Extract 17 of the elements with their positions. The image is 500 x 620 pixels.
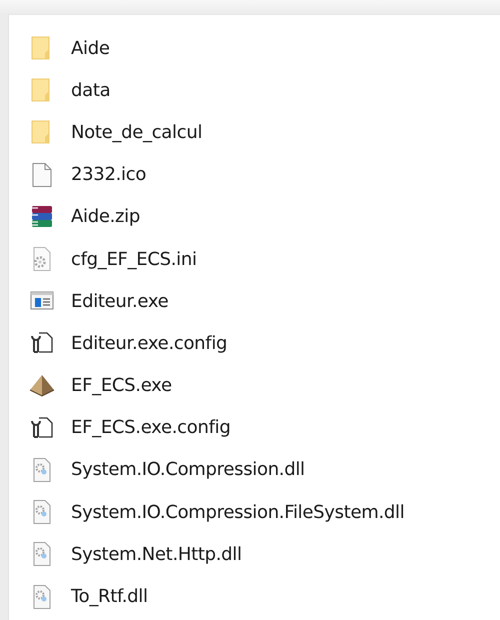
config-file-icon — [29, 414, 55, 441]
file-name[interactable]: Aide.zip — [71, 206, 140, 228]
books-icon — [29, 204, 55, 230]
file-name[interactable]: System.IO.Compression.dll — [71, 459, 305, 480]
file-name[interactable]: Note_de_calcul — [71, 122, 202, 143]
file-name[interactable]: Aide — [71, 38, 110, 59]
file-name[interactable]: System.Net.Http.dll — [71, 544, 242, 565]
file-name[interactable]: System.IO.Compression.FileSystem.dll — [71, 502, 404, 523]
file-name[interactable]: To_Rtf.dll — [71, 586, 148, 608]
file-name[interactable]: data — [71, 80, 110, 101]
file-name[interactable]: EF_ECS.exe — [71, 375, 172, 396]
pyramid-icon — [29, 372, 55, 399]
file-name[interactable]: Editeur.exe — [71, 290, 168, 312]
file-name[interactable]: EF_ECS.exe.config — [71, 417, 230, 438]
file-name[interactable]: 2332.ico — [71, 164, 146, 186]
file-name[interactable]: cfg_EF_ECS.ini — [71, 248, 197, 270]
file-name[interactable]: Editeur.exe.config — [71, 332, 228, 354]
